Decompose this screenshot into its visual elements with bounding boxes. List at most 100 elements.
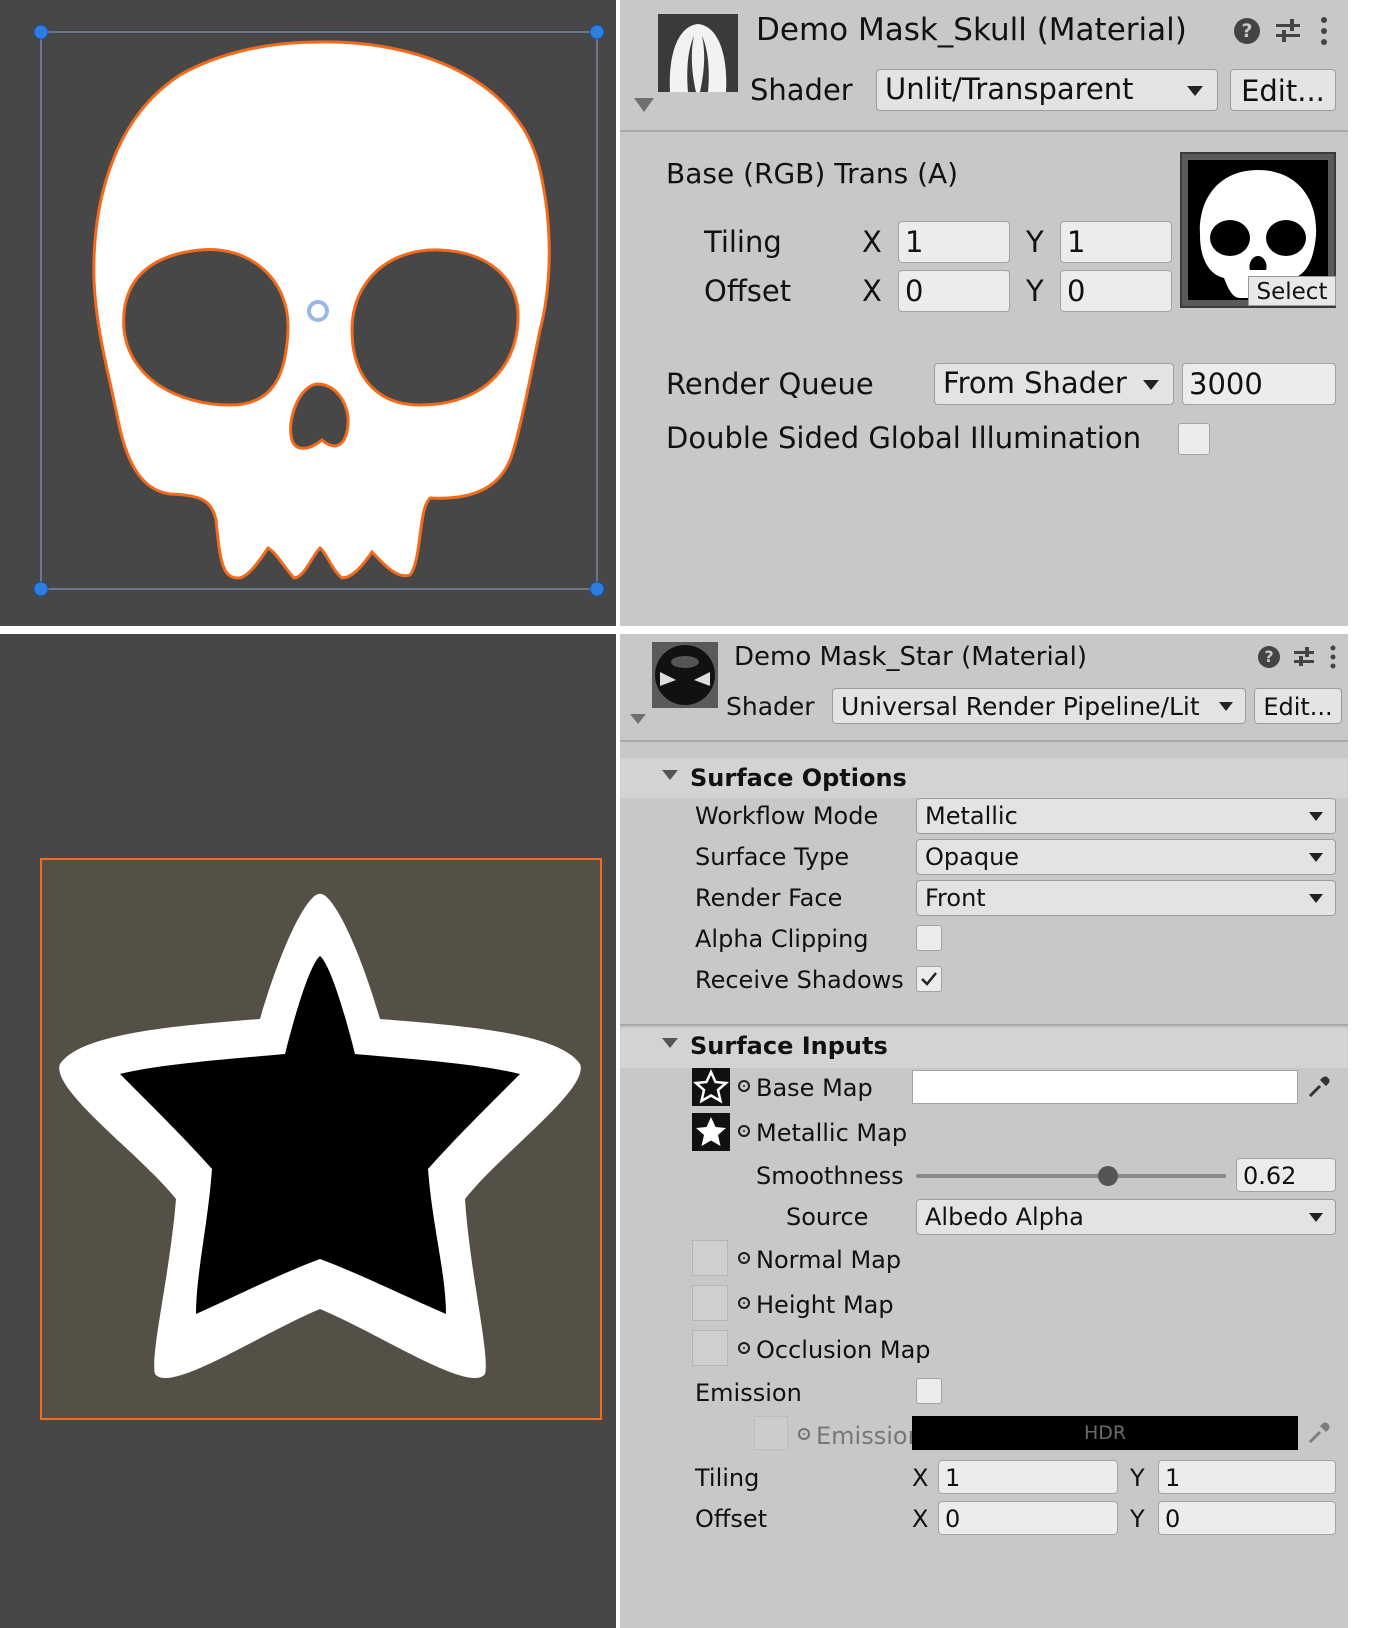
shader-dropdown[interactable]: Universal Render Pipeline/Lit <box>832 688 1246 724</box>
offset-y-field[interactable]: 0 <box>1158 1501 1336 1535</box>
tiling-x-field[interactable]: 1 <box>938 1460 1118 1494</box>
edit-shader-button-label: Edit... <box>1241 74 1325 108</box>
foldout-arrow-icon[interactable] <box>630 714 646 724</box>
star-filled-icon <box>696 1117 726 1146</box>
offset-y-label: Y <box>1130 1505 1145 1533</box>
corner-handle-br <box>589 581 605 597</box>
scene-view-skull[interactable] <box>0 0 616 626</box>
corner-handle-tr <box>589 24 605 40</box>
base-map-thumbnail[interactable] <box>692 1068 730 1106</box>
scene-view-star[interactable] <box>0 634 616 1628</box>
offset-label: Offset <box>695 1505 768 1533</box>
preset-sliders-icon[interactable] <box>1274 18 1302 44</box>
offset-y-field[interactable]: 0 <box>1060 270 1172 312</box>
metallic-map-thumbnail[interactable] <box>692 1113 730 1151</box>
offset-x-value: 0 <box>905 274 924 308</box>
emission-checkbox[interactable] <box>916 1378 942 1404</box>
edit-shader-button-label: Edit... <box>1263 693 1333 721</box>
chevron-down-icon <box>1309 853 1323 862</box>
receive-shadows-label: Receive Shadows <box>695 966 904 994</box>
tiling-y-field[interactable]: 1 <box>1158 1460 1336 1494</box>
checkmark-icon <box>921 972 937 986</box>
smoothness-slider-handle[interactable] <box>1098 1166 1119 1186</box>
shader-label: Shader <box>726 692 815 721</box>
double-sided-gi-checkbox[interactable] <box>1178 423 1210 455</box>
foldout-arrow-icon <box>662 1038 678 1048</box>
star-outline-icon <box>692 1068 730 1104</box>
section-divider <box>620 1024 1348 1026</box>
object-picker-icon[interactable] <box>738 1125 750 1137</box>
eyedropper-icon <box>1308 1422 1330 1444</box>
smoothness-field[interactable]: 0.62 <box>1236 1158 1336 1192</box>
alpha-clipping-checkbox[interactable] <box>916 925 942 951</box>
render-face-value: Front <box>925 884 986 912</box>
base-map-label: Base Map <box>756 1074 873 1102</box>
object-picker-icon[interactable] <box>738 1080 750 1092</box>
receive-shadows-checkbox[interactable] <box>916 966 942 992</box>
occlusion-map-slot[interactable] <box>692 1330 728 1366</box>
surface-options-header[interactable]: Surface Options <box>620 758 1348 798</box>
more-options-icon[interactable] <box>1318 16 1330 46</box>
offset-x-field[interactable]: 0 <box>898 270 1010 312</box>
normal-map-slot[interactable] <box>692 1240 728 1276</box>
help-icon[interactable]: ? <box>1234 18 1260 44</box>
smoothness-label: Smoothness <box>756 1162 904 1190</box>
object-picker-icon[interactable] <box>738 1252 750 1264</box>
tiling-x-label: X <box>862 225 882 259</box>
shader-label: Shader <box>750 73 853 107</box>
source-dropdown[interactable]: Albedo Alpha <box>916 1199 1336 1235</box>
base-texture-label: Base (RGB) Trans (A) <box>666 157 959 190</box>
render-queue-dropdown[interactable]: From Shader <box>934 363 1174 405</box>
surface-inputs-header[interactable]: Surface Inputs <box>620 1028 1348 1068</box>
tiling-x-value: 1 <box>945 1464 961 1492</box>
foldout-arrow-icon[interactable] <box>634 98 654 112</box>
offset-x-value: 0 <box>945 1505 961 1533</box>
surface-type-value: Opaque <box>925 843 1020 871</box>
inspector-skull-material: Demo Mask_Skull (Material) ? Shader Unli… <box>620 0 1348 626</box>
base-map-color-field[interactable] <box>912 1070 1298 1104</box>
shader-dropdown[interactable]: Unlit/Transparent <box>876 69 1218 111</box>
emission-label: Emission <box>695 1379 802 1407</box>
header-divider <box>620 740 1348 742</box>
smoothness-value: 0.62 <box>1243 1162 1297 1190</box>
workflow-mode-value: Metallic <box>925 802 1018 830</box>
help-icon[interactable]: ? <box>1258 646 1280 668</box>
preset-sliders-icon[interactable] <box>1292 646 1316 668</box>
chevron-down-icon <box>1143 380 1159 390</box>
tiling-y-field[interactable]: 1 <box>1060 221 1172 263</box>
height-map-slot[interactable] <box>692 1285 728 1321</box>
more-options-icon[interactable] <box>1328 644 1338 670</box>
material-title: Demo Mask_Star (Material) <box>734 642 1087 672</box>
object-picker-icon[interactable] <box>738 1342 750 1354</box>
surface-inputs-title: Surface Inputs <box>690 1032 888 1060</box>
edit-shader-button[interactable]: Edit... <box>1254 688 1342 724</box>
offset-x-field[interactable]: 0 <box>938 1501 1118 1535</box>
skull-sprite[interactable] <box>0 0 616 626</box>
eyedropper-icon[interactable] <box>1306 1074 1332 1100</box>
offset-y-value: 0 <box>1067 274 1086 308</box>
foldout-arrow-icon <box>662 770 678 780</box>
workflow-mode-label: Workflow Mode <box>695 802 879 830</box>
star-sprite <box>59 893 581 1379</box>
shader-dropdown-value: Universal Render Pipeline/Lit <box>841 692 1200 721</box>
object-picker-icon <box>798 1428 810 1440</box>
base-texture-slot[interactable]: Select <box>1180 152 1336 308</box>
render-queue-value: 3000 <box>1189 367 1263 401</box>
smoothness-slider-track[interactable] <box>916 1174 1226 1178</box>
corner-handle-bl <box>33 581 49 597</box>
header-divider <box>620 130 1348 132</box>
chevron-down-icon <box>1309 1213 1323 1222</box>
tiling-y-value: 1 <box>1067 225 1086 259</box>
render-face-dropdown[interactable]: Front <box>916 880 1336 916</box>
object-picker-icon[interactable] <box>738 1297 750 1309</box>
render-queue-label: Render Queue <box>666 367 874 401</box>
surface-type-dropdown[interactable]: Opaque <box>916 839 1336 875</box>
edit-shader-button[interactable]: Edit... <box>1230 69 1336 111</box>
inspector-star-material: Demo Mask_Star (Material) ? Shader Unive… <box>620 634 1348 1628</box>
tiling-x-field[interactable]: 1 <box>898 221 1010 263</box>
render-queue-field[interactable]: 3000 <box>1182 363 1336 405</box>
texture-select-button[interactable]: Select <box>1248 276 1336 306</box>
workflow-mode-dropdown[interactable]: Metallic <box>916 798 1336 834</box>
source-label: Source <box>786 1203 869 1231</box>
texture-select-label: Select <box>1256 279 1328 305</box>
